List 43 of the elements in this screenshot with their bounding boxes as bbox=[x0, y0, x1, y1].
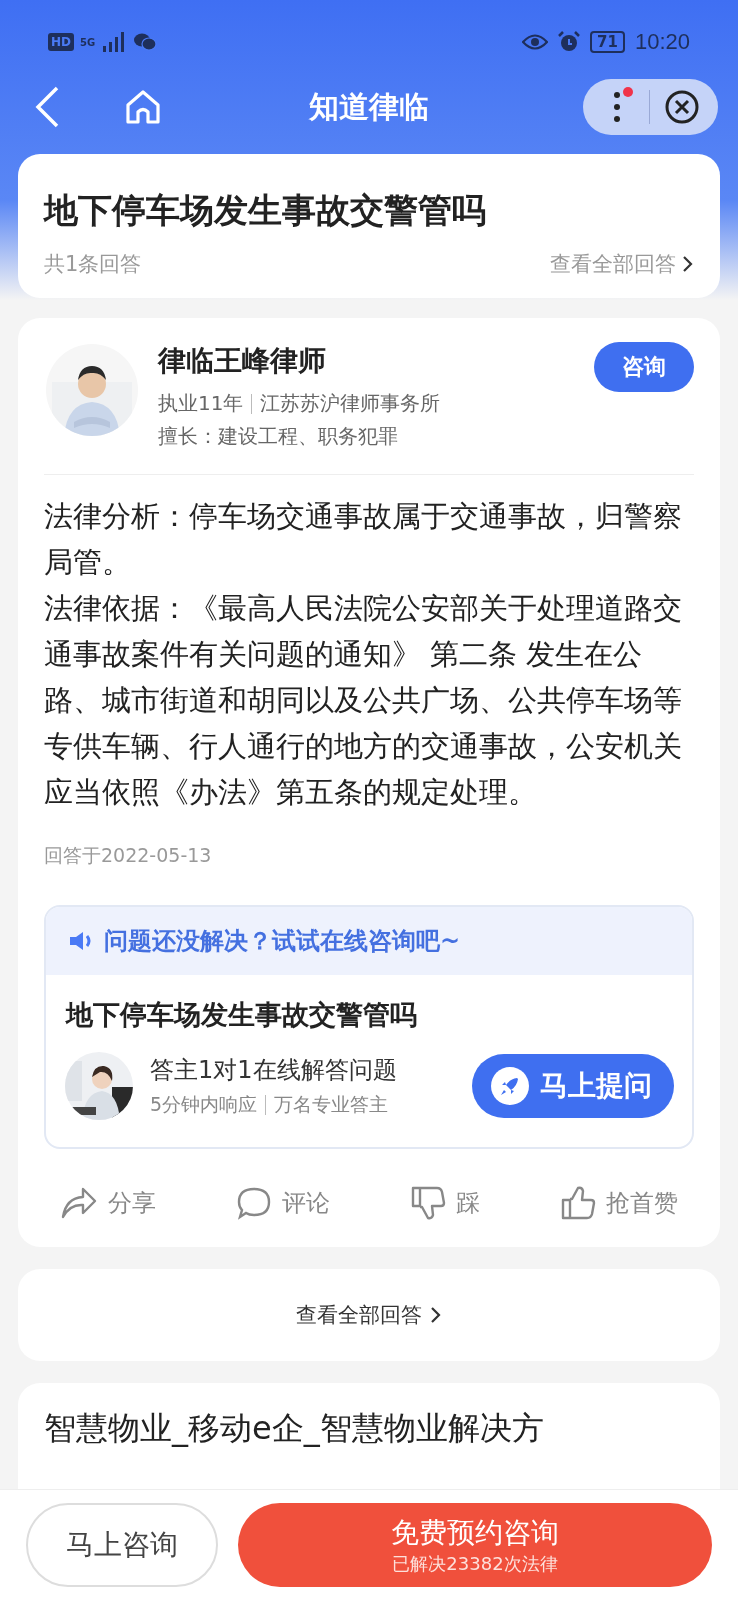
question-title: 地下停车场发生事故交警管吗 bbox=[44, 189, 487, 232]
promo-question: 地下停车场发生事故交警管吗 bbox=[64, 998, 418, 1032]
response-time: 5分钟内响应 bbox=[150, 1092, 258, 1117]
chevron-icon bbox=[682, 255, 694, 273]
home-icon[interactable] bbox=[124, 89, 162, 125]
view-all-link[interactable]: 查看全部回答 bbox=[550, 250, 694, 278]
action-button[interactable]: 分享 bbox=[60, 1185, 156, 1221]
answer-date: 回答于2022-05-13 bbox=[44, 843, 213, 868]
lawyer-name: 律临王峰律师 bbox=[158, 343, 327, 379]
clock-time: 10:20 bbox=[634, 29, 690, 55]
action-button[interactable]: 踩 bbox=[410, 1185, 480, 1221]
eye-icon bbox=[522, 33, 549, 51]
free-booking-button[interactable]: 免费预约咨询 已解决23382次法律 bbox=[238, 1503, 712, 1587]
promo-line: 答主1对1在线解答问题 bbox=[150, 1055, 398, 1086]
share-icon bbox=[60, 1186, 98, 1220]
answer-count: 共1条回答 bbox=[44, 251, 142, 278]
back-icon[interactable] bbox=[34, 86, 60, 128]
action-button[interactable]: 抢首赞 bbox=[560, 1185, 678, 1221]
app-title: 知道律临 bbox=[308, 87, 430, 126]
view-all-answers-link[interactable]: 查看全部回答 bbox=[296, 1301, 442, 1329]
hd-badge: HD bbox=[48, 33, 74, 51]
alarm-icon bbox=[558, 31, 581, 53]
consult-now-button[interactable]: 马上咨询 bbox=[26, 1503, 218, 1587]
expert-count: 万名专业答主 bbox=[274, 1092, 389, 1117]
firm-name: 江苏苏沪律师事务所 bbox=[260, 390, 441, 417]
action-button[interactable]: 评论 bbox=[236, 1185, 330, 1221]
close-icon[interactable] bbox=[664, 89, 700, 125]
experience-text: 执业11年 bbox=[158, 390, 244, 417]
network-label: 5G bbox=[80, 36, 96, 48]
promo-banner-text: 问题还没解决？试试在线咨询吧~ bbox=[104, 926, 461, 957]
answer-paragraph: 法律分析：停车场交通事故属于交通事故，归警察局管。 bbox=[44, 498, 683, 581]
answer-paragraph: 法律依据：《最高人民法院公安部关于处理道路交通事故案件有关问题的通知》 第二条 发生在公路、城市街道和胡同以及公共广场、公共停车场等专供车辆、行人通行的地方的交通事故，公安机关应当依照《办法》第五条的规定处理。 bbox=[44, 590, 683, 811]
specialty-text: 擅长：建设工程、职务犯罪 bbox=[158, 423, 399, 450]
battery-icon: 71 bbox=[590, 31, 625, 53]
thumbs-down-icon bbox=[410, 1185, 446, 1221]
comment-icon bbox=[236, 1186, 272, 1220]
article-title[interactable]: 智慧物业_移动e企_智慧物业解决方 bbox=[44, 1407, 694, 1451]
thumbs-up-icon bbox=[560, 1185, 596, 1221]
ask-button[interactable]: 马上提问 bbox=[472, 1054, 674, 1118]
rocket-icon bbox=[490, 1066, 530, 1106]
chat-icon bbox=[133, 32, 158, 52]
chevron-icon bbox=[430, 1306, 442, 1324]
consult-button[interactable]: 咨询 bbox=[594, 342, 694, 392]
